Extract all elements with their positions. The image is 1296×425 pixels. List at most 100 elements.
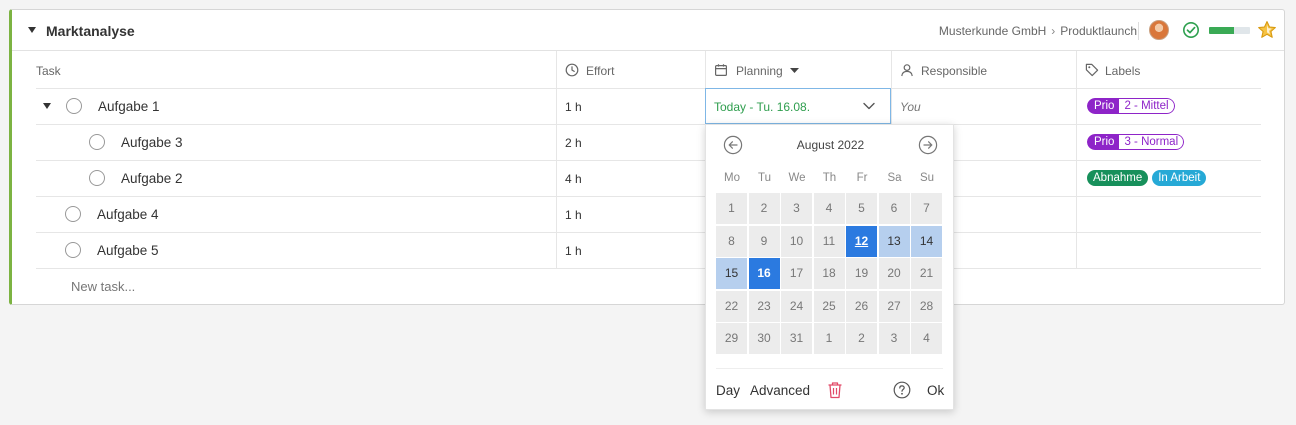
calendar-day-cell[interactable]: 1: [813, 323, 845, 354]
task-name[interactable]: Aufgabe 1: [98, 99, 160, 114]
calendar-day-cell[interactable]: 18: [813, 258, 845, 289]
calendar-day-cell[interactable]: 26: [846, 290, 877, 322]
calendar-day-cell[interactable]: 5: [846, 193, 877, 224]
calendar-day-cell[interactable]: 30: [748, 323, 780, 354]
help-icon[interactable]: [893, 381, 911, 399]
calendar-day-cell[interactable]: 11: [813, 225, 845, 257]
calendar-day-cell[interactable]: 27: [878, 290, 910, 322]
card-header: Marktanalyse Musterkunde GmbH › Produktlau…: [12, 10, 1284, 51]
header-divider: [1138, 22, 1139, 40]
star-icon[interactable]: [1257, 20, 1277, 40]
chevron-down-icon[interactable]: [863, 102, 875, 110]
label-prio-value: 3 - Normal: [1119, 134, 1185, 150]
breadcrumb-project[interactable]: Produktlaunch: [1060, 24, 1137, 38]
task-name[interactable]: Aufgabe 2: [121, 171, 183, 186]
calendar-day-cell[interactable]: 3: [781, 193, 812, 224]
column-header-labels[interactable]: Labels: [1077, 51, 1261, 88]
planning-date-field[interactable]: Today - Tu. 16.08.: [705, 88, 891, 124]
day-button[interactable]: Day: [716, 383, 740, 398]
calendar-day-cell[interactable]: 2: [846, 323, 877, 354]
task-complete-checkbox[interactable]: [89, 134, 105, 150]
task-effort[interactable]: 2 h: [565, 136, 582, 150]
calendar-day-cell[interactable]: 22: [716, 290, 747, 322]
label-prio-tag[interactable]: Prio 3 - Normal: [1087, 134, 1185, 150]
calendar-day-cell[interactable]: 2: [748, 193, 780, 224]
calendar-day-cell[interactable]: 20: [878, 258, 910, 289]
task-complete-checkbox[interactable]: [66, 98, 82, 114]
calendar-day-cell[interactable]: 25: [813, 290, 845, 322]
table-row[interactable]: Aufgabe 3 2 h Prio 3 - Normal: [36, 124, 1261, 160]
calendar-day-cell[interactable]: 8: [716, 225, 747, 257]
trash-icon[interactable]: [827, 381, 843, 399]
calendar-day-cell[interactable]: 4: [813, 193, 845, 224]
planning-date-value: Today - Tu. 16.08.: [714, 100, 811, 114]
calendar-day-cell[interactable]: 4: [911, 323, 942, 354]
calendar-day-cell[interactable]: 9: [748, 225, 780, 257]
calendar-day-cell[interactable]: 10: [781, 225, 812, 257]
column-header-planning[interactable]: Planning: [706, 51, 891, 88]
task-responsible[interactable]: You: [900, 100, 921, 114]
task-effort[interactable]: 4 h: [565, 172, 582, 186]
calendar-day-cell[interactable]: 31: [781, 323, 812, 354]
calendar-day-cell[interactable]: 28: [911, 290, 942, 322]
expand-caret-icon[interactable]: [43, 103, 51, 109]
weekday-label: Su: [919, 172, 935, 184]
task-effort[interactable]: 1 h: [565, 208, 582, 222]
column-header-responsible-label: Responsible: [921, 64, 988, 78]
task-name[interactable]: Aufgabe 3: [121, 135, 183, 150]
task-complete-checkbox[interactable]: [65, 206, 81, 222]
task-labels: Prio 3 - Normal: [1087, 134, 1185, 150]
label-prio-tag[interactable]: Prio 2 - Mittel: [1087, 98, 1175, 114]
calendar-day-cell[interactable]: 21: [911, 258, 942, 289]
calendar-day-cell[interactable]: 14: [911, 225, 942, 257]
breadcrumb-customer[interactable]: Musterkunde GmbH: [939, 24, 1046, 38]
table-row[interactable]: Aufgabe 4 1 h: [36, 196, 1261, 232]
calendar-day-cell[interactable]: 17: [781, 258, 812, 289]
check-circle-icon[interactable]: [1182, 21, 1200, 39]
task-effort[interactable]: 1 h: [565, 100, 582, 114]
calendar-day-cell[interactable]: 19: [846, 258, 877, 289]
task-labels: Abnahme In Arbeit: [1087, 170, 1207, 186]
table-row[interactable]: Aufgabe 2 4 h Abnahme In Arbeit: [36, 160, 1261, 196]
label-in-arbeit[interactable]: In Arbeit: [1152, 170, 1207, 186]
calendar-day-cell[interactable]: 16: [748, 258, 780, 289]
breadcrumb-separator-icon: ›: [1051, 24, 1056, 38]
calendar-icon: [715, 64, 728, 77]
new-task-input[interactable]: New task...: [71, 279, 135, 294]
label-abnahme[interactable]: Abnahme: [1087, 170, 1149, 186]
avatar[interactable]: [1149, 20, 1169, 40]
weekday-label: Tu: [758, 172, 771, 184]
column-header-planning-label: Planning: [736, 64, 783, 78]
task-complete-checkbox[interactable]: [89, 170, 105, 186]
task-name[interactable]: Aufgabe 5: [97, 243, 159, 258]
table-row[interactable]: Aufgabe 1 1 h You Prio 2 - Mittel: [36, 88, 1261, 124]
calendar-day-cell[interactable]: 12: [846, 225, 877, 257]
column-header-responsible[interactable]: Responsible: [892, 51, 1076, 88]
collapse-caret-icon[interactable]: [28, 27, 36, 33]
calendar-day-cell[interactable]: 29: [716, 323, 747, 354]
calendar-day-cell[interactable]: 1: [716, 193, 747, 224]
advanced-button[interactable]: Advanced: [750, 383, 810, 398]
person-icon: [901, 64, 913, 77]
calendar-day-cell[interactable]: 6: [878, 193, 910, 224]
column-header-effort-label: Effort: [586, 64, 615, 78]
calendar-day-cell[interactable]: 15: [716, 258, 747, 289]
column-header-effort[interactable]: Effort: [557, 51, 705, 88]
progress-bar-fill: [1209, 27, 1234, 34]
calendar-day-cell[interactable]: 24: [781, 290, 812, 322]
calendar-day-cell[interactable]: 3: [878, 323, 910, 354]
calendar-day-cell[interactable]: 13: [878, 225, 910, 257]
sort-caret-icon[interactable]: [790, 68, 799, 74]
task-name[interactable]: Aufgabe 4: [97, 207, 159, 222]
calendar-day-cell[interactable]: 7: [911, 193, 942, 224]
task-effort[interactable]: 1 h: [565, 244, 582, 258]
ok-button[interactable]: Ok: [927, 383, 944, 398]
arrow-right-circle-icon[interactable]: [918, 135, 938, 155]
column-header-task[interactable]: Task: [36, 51, 556, 88]
table-row[interactable]: Aufgabe 5 1 h: [36, 232, 1261, 268]
calendar-day-cell[interactable]: 23: [748, 290, 780, 322]
task-complete-checkbox[interactable]: [65, 242, 81, 258]
label-prio-key: Prio: [1087, 134, 1120, 150]
footer-divider: [716, 368, 943, 369]
project-card: Marktanalyse Musterkunde GmbH › Produktlau…: [9, 9, 1285, 305]
